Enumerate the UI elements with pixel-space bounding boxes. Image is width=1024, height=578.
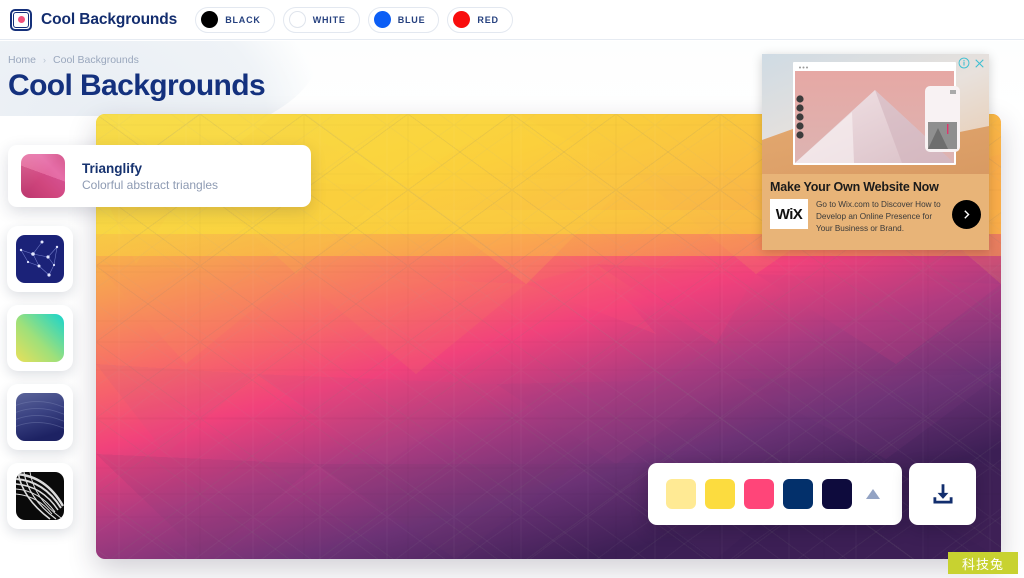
fluid-thumbnail <box>16 393 64 441</box>
constellation-thumbnail <box>16 235 64 283</box>
ad-hero-image <box>762 54 989 174</box>
app-root: Cool Backgrounds BLACK WHITE BLUE RED Ho… <box>0 0 1024 578</box>
sidebar-item-topography-network[interactable] <box>7 226 73 292</box>
download-button[interactable] <box>909 463 976 525</box>
sidebar-item-meta: Trianglify Colorful abstract triangles <box>82 161 218 192</box>
breadcrumb-current[interactable]: Cool Backgrounds <box>53 54 139 66</box>
breadcrumb-home[interactable]: Home <box>8 54 36 66</box>
color-filter-black[interactable]: BLACK <box>195 6 275 33</box>
swatch-dot-black <box>201 11 219 28</box>
download-icon <box>932 484 953 504</box>
gradient-thumbnail <box>16 314 64 362</box>
app-logo-icon <box>10 8 32 31</box>
color-filter-group: BLACK WHITE BLUE RED <box>195 6 513 33</box>
ad-info-icon[interactable] <box>958 57 970 69</box>
sidebar-item-fluid-navy[interactable] <box>7 384 73 450</box>
palette-swatch-navy[interactable] <box>783 479 813 509</box>
palette-swatch-golden-yellow[interactable] <box>705 479 735 509</box>
palette-swatch-pink[interactable] <box>744 479 774 509</box>
app-logo-dot <box>17 16 25 23</box>
chevron-right-icon <box>964 210 970 219</box>
watermark: 科技兔 <box>948 552 1018 574</box>
brand[interactable]: Cool Backgrounds <box>10 8 178 31</box>
top-navigation-bar: Cool Backgrounds BLACK WHITE BLUE RED <box>0 0 1024 40</box>
advertisement-banner[interactable]: Make Your Own Website Now WiX Go to Wix.… <box>762 54 989 250</box>
ad-controls <box>958 57 985 69</box>
brand-name: Cool Backgrounds <box>41 10 178 28</box>
sidebar-item-swirl[interactable] <box>7 463 73 529</box>
caret-up-icon[interactable] <box>866 489 880 499</box>
color-filter-label: RED <box>477 14 499 25</box>
trianglify-thumbnail <box>21 154 65 198</box>
sidebar-item-gradient[interactable] <box>7 305 73 371</box>
color-filter-label: BLACK <box>225 14 261 25</box>
wix-logo-icon: WiX <box>770 199 808 229</box>
sidebar-item-description: Colorful abstract triangles <box>82 177 219 192</box>
palette-toolbar <box>648 463 902 525</box>
breadcrumb: Home › Cool Backgrounds <box>8 54 139 66</box>
color-filter-blue[interactable]: BLUE <box>367 6 440 33</box>
swatch-dot-blue <box>373 11 391 28</box>
color-filter-white[interactable]: WHITE <box>282 6 360 33</box>
page-title: Cool Backgrounds <box>8 69 266 102</box>
color-filter-label: WHITE <box>312 14 346 25</box>
sidebar-item-trianglify[interactable]: Trianglify Colorful abstract triangles <box>8 145 311 207</box>
ad-body-text: Go to Wix.com to Discover How to Develop… <box>816 200 941 233</box>
swatch-dot-red <box>453 11 471 28</box>
ad-body: Make Your Own Website Now WiX Go to Wix.… <box>762 174 989 250</box>
wix-logo-text: WiX <box>775 205 803 223</box>
swatch-dot-white <box>288 11 306 28</box>
swirl-thumbnail <box>16 472 64 520</box>
ad-close-icon[interactable] <box>974 58 985 69</box>
palette-swatch-pale-yellow[interactable] <box>666 479 696 509</box>
ad-cta-button[interactable] <box>952 200 981 229</box>
palette-swatch-dark-navy[interactable] <box>822 479 852 509</box>
sidebar-item-title: Trianglify <box>82 160 143 176</box>
breadcrumb-separator-icon: › <box>43 55 47 65</box>
ad-headline: Make Your Own Website Now <box>770 180 939 194</box>
ad-content-row: WiX Go to Wix.com to Discover How to Dev… <box>770 199 981 235</box>
color-filter-red[interactable]: RED <box>447 6 513 33</box>
color-filter-label: BLUE <box>397 14 426 25</box>
